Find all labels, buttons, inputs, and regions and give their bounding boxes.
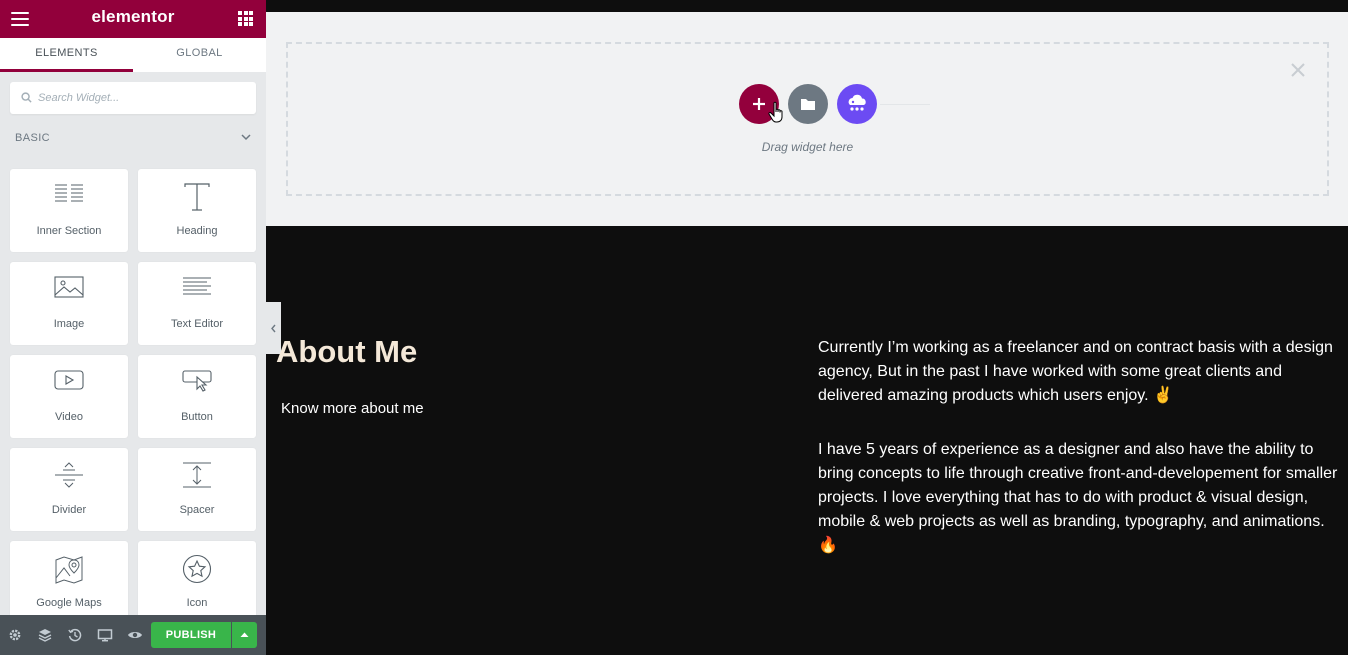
widget-label: Video: [55, 411, 83, 423]
about-subheading: Know more about me: [281, 400, 424, 417]
publish-button[interactable]: PUBLISH: [151, 622, 231, 648]
google-maps-icon: [55, 556, 83, 584]
widget-icon[interactable]: Icon: [138, 541, 256, 624]
layers-icon[interactable]: [37, 627, 53, 643]
divider-icon: [55, 462, 83, 488]
editor-sidebar: elementor ELEMENTS GLOBAL BASIC Inner Se…: [0, 0, 266, 655]
widget-google-maps[interactable]: Google Maps: [10, 541, 128, 624]
widget-text-editor[interactable]: Text Editor: [138, 262, 256, 345]
about-paragraph: I have 5 years of experience as a design…: [818, 441, 1338, 554]
template-kit-button[interactable]: [837, 84, 877, 124]
widget-label: Google Maps: [36, 597, 102, 609]
widget-spacer[interactable]: Spacer: [138, 448, 256, 531]
widget-label: Divider: [51, 504, 87, 516]
widget-label: Image: [53, 318, 85, 330]
add-section-button[interactable]: [739, 84, 779, 124]
search-icon: [21, 92, 32, 103]
add-template-button[interactable]: [788, 84, 828, 124]
cloud-kit-icon: [848, 94, 866, 111]
widget-label: Icon: [186, 597, 208, 609]
caret-up-icon: [240, 632, 249, 637]
new-section-area: Drag widget here: [266, 12, 1348, 226]
widget-label: Button: [181, 411, 213, 423]
drop-zone[interactable]: Drag widget here: [286, 42, 1329, 196]
tab-global[interactable]: GLOBAL: [133, 38, 266, 72]
star-icon: [182, 554, 212, 584]
responsive-icon[interactable]: [97, 627, 113, 643]
heading-icon: [184, 183, 210, 211]
widget-label: Inner Section: [36, 225, 102, 237]
chevron-down-icon: [241, 134, 251, 141]
publish-options-button[interactable]: [232, 622, 257, 648]
video-icon: [54, 370, 84, 390]
inner-section-icon: [55, 184, 83, 202]
divider-line: [880, 104, 930, 105]
widget-video[interactable]: Video: [10, 355, 128, 438]
search-widget-input[interactable]: [38, 82, 248, 114]
preview-icon[interactable]: [127, 627, 143, 643]
apps-grid-icon[interactable]: [238, 11, 253, 26]
image-icon: [54, 276, 84, 298]
history-icon[interactable]: [67, 627, 83, 643]
spacer-icon: [183, 462, 211, 488]
widget-label: Spacer: [179, 504, 215, 516]
category-basic-header[interactable]: BASIC: [15, 132, 251, 146]
chevron-left-icon: [271, 324, 276, 333]
widget-label: Heading: [176, 225, 218, 237]
tab-elements[interactable]: ELEMENTS: [0, 38, 133, 72]
sidebar-tabs: ELEMENTS GLOBAL: [0, 38, 266, 72]
widget-inner-section[interactable]: Inner Section: [10, 169, 128, 252]
widget-button[interactable]: Button: [138, 355, 256, 438]
widget-divider[interactable]: Divider: [10, 448, 128, 531]
about-heading: About Me: [276, 334, 418, 369]
drag-widget-hint: Drag widget here: [761, 140, 854, 154]
widget-image[interactable]: Image: [10, 262, 128, 345]
text-editor-icon: [183, 277, 211, 295]
close-icon[interactable]: [1289, 61, 1307, 79]
brand-logo: elementor: [91, 7, 175, 26]
about-paragraph: Currently I’m working as a freelancer an…: [818, 339, 1333, 404]
button-icon: [182, 370, 212, 392]
category-label: BASIC: [15, 132, 51, 144]
plus-icon: [753, 98, 765, 110]
search-box: [10, 82, 256, 114]
sidebar-header: elementor: [0, 0, 266, 38]
widget-label: Text Editor: [171, 318, 223, 330]
widget-heading[interactable]: Heading: [138, 169, 256, 252]
settings-icon[interactable]: [7, 627, 23, 643]
folder-icon: [801, 99, 815, 110]
